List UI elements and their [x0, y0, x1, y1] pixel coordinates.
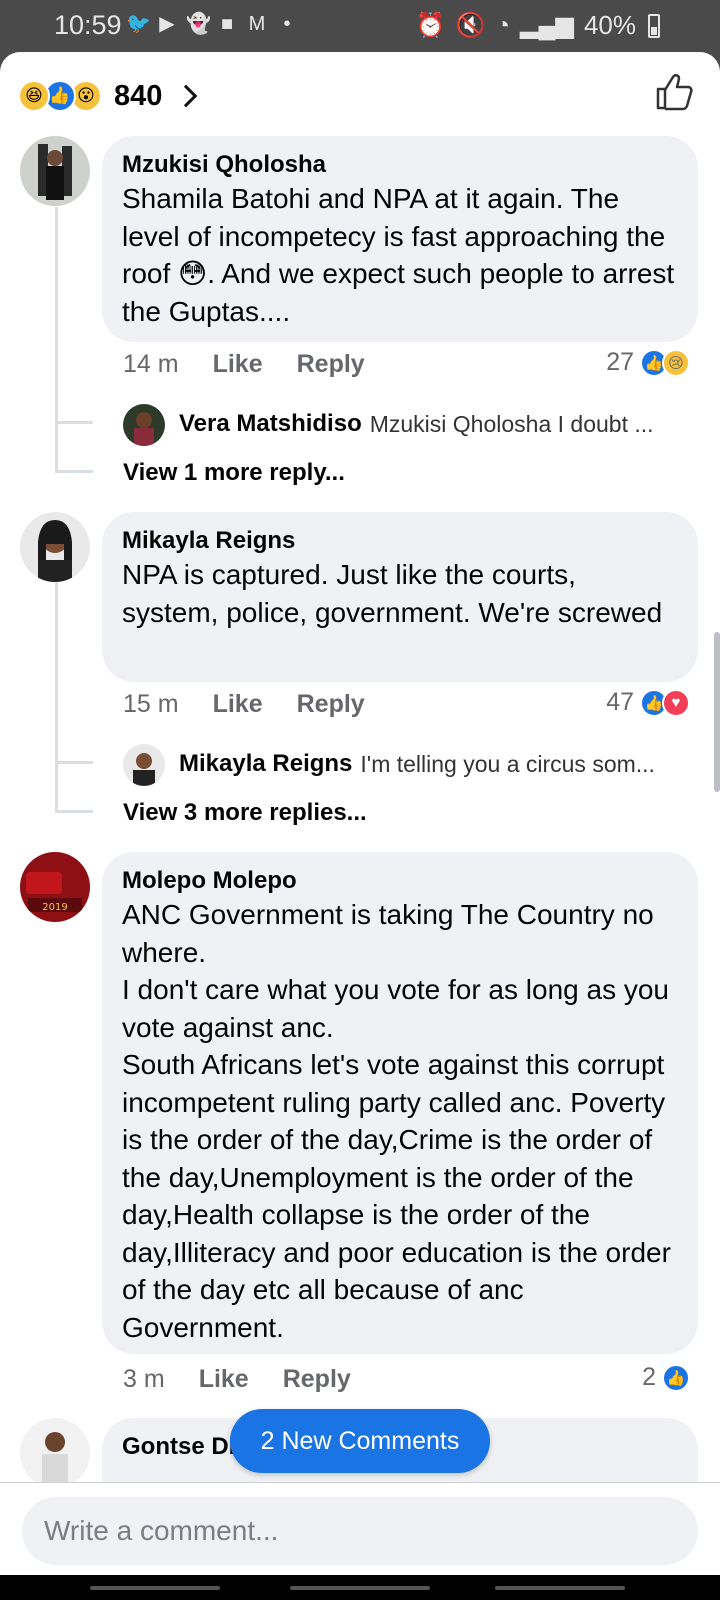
comment-reaction-count: 27: [606, 348, 634, 376]
comment-input[interactable]: [22, 1497, 698, 1565]
thread-line: [55, 582, 58, 812]
comment-reaction-count: 2: [642, 1363, 656, 1391]
comment-author[interactable]: Molepo Molepo: [122, 866, 678, 896]
thread-line: [55, 207, 58, 472]
avatar[interactable]: 2019: [20, 852, 90, 922]
reply-text: I'm telling you a circus som...: [360, 750, 655, 777]
view-more-replies-link[interactable]: View 1 more reply...: [123, 459, 345, 487]
avatar[interactable]: [20, 136, 90, 206]
sad-reaction-icon: 😢: [662, 348, 690, 377]
alarm-icon: ⏰: [415, 12, 446, 39]
messages-icon: ■: [220, 13, 234, 35]
comment-time: 15 m: [123, 690, 179, 718]
comment-bubble[interactable]: Molepo Molepo ANC Government is taking T…: [102, 852, 698, 1354]
status-time: 10:59: [54, 10, 122, 40]
reply-author[interactable]: Mikayla Reigns: [179, 750, 352, 778]
comment-actions: 3 m Like Reply: [123, 1365, 385, 1394]
new-comments-button[interactable]: 2 New Comments: [230, 1409, 490, 1473]
youtube-icon: ▶: [159, 13, 175, 35]
reply-button[interactable]: Reply: [297, 690, 365, 719]
dot-icon: •: [283, 13, 291, 35]
like-button[interactable]: Like: [199, 1365, 249, 1394]
haha-reaction-icon: 😆: [18, 80, 50, 112]
comment-time: 14 m: [123, 350, 179, 378]
scrollbar-thumb[interactable]: [714, 632, 720, 792]
comment-bubble[interactable]: Mikayla Reigns NPA is captured. Just lik…: [102, 512, 698, 682]
comment-time: 3 m: [123, 1365, 165, 1393]
comment-reaction-count: 47: [606, 688, 634, 716]
comments-sheet: 😆 👍 😮 840 Mzukisi Qholosha Shamila Batoh…: [0, 52, 720, 1575]
comment-author[interactable]: Mikayla Reigns: [122, 526, 678, 556]
reply-text: Mzukisi Qholosha I doubt ...: [369, 410, 654, 437]
mute-icon: 🔇: [455, 12, 486, 39]
comment-text: NPA is captured. Just like the courts, s…: [122, 559, 663, 628]
signal-icon: ▂▄▆: [520, 12, 574, 39]
thread-hook: [55, 421, 93, 424]
comment-reactions[interactable]: 27 👍 😢: [606, 348, 690, 377]
comment-reactions[interactable]: 47 👍 ♥: [606, 688, 690, 717]
comment-text: Shamila Batohi and NPA at it again. The …: [122, 183, 675, 327]
nav-home-handle[interactable]: [290, 1586, 430, 1590]
comment-author[interactable]: Mzukisi Qholosha: [122, 150, 678, 180]
reply-author[interactable]: Vera Matshidiso: [179, 410, 362, 438]
comment-bubble[interactable]: Mzukisi Qholosha Shamila Batohi and NPA …: [102, 136, 698, 342]
comment-actions: 15 m Like Reply: [123, 690, 399, 719]
status-app-icons: 🐦 ▶ 👻 ■ M •: [126, 13, 298, 35]
battery-icon: [648, 13, 660, 38]
reply-button[interactable]: Reply: [283, 1365, 351, 1394]
comment-text: ANC Government is taking The Country no …: [122, 899, 671, 1343]
like-reaction-icon: 👍: [662, 1363, 690, 1392]
view-more-replies-link[interactable]: View 3 more replies...: [123, 799, 367, 827]
snapchat-icon: 👻: [186, 13, 211, 35]
like-button[interactable]: Like: [213, 350, 263, 379]
reply-preview[interactable]: Vera Matshidiso Mzukisi Qholosha I doubt…: [123, 410, 693, 438]
chevron-right-icon: [175, 84, 198, 108]
thread-hook: [55, 810, 93, 813]
comment-actions: 14 m Like Reply: [123, 350, 399, 379]
system-nav-bar: [0, 1575, 720, 1600]
nav-back-handle[interactable]: [90, 1586, 220, 1590]
wifi-icon: ◔: [495, 11, 511, 39]
thread-hook: [55, 470, 93, 473]
avatar[interactable]: [20, 512, 90, 582]
reply-button[interactable]: Reply: [297, 350, 365, 379]
reaction-count: 840: [114, 79, 163, 112]
status-bar: 10:59 🐦 ▶ 👻 ■ M • ⏰ 🔇 ◔ ▂▄▆ 40%: [0, 0, 720, 52]
reactions-summary[interactable]: 😆 👍 😮 840: [18, 74, 198, 118]
comment-reactions[interactable]: 2 👍: [642, 1363, 690, 1392]
status-right: ⏰ 🔇 ◔ ▂▄▆ 40%: [416, 10, 660, 41]
battery-percent: 40%: [583, 10, 636, 40]
comment-composer: [0, 1482, 720, 1575]
avatar[interactable]: [20, 1418, 90, 1488]
like-outline-icon[interactable]: [654, 72, 694, 112]
reply-preview[interactable]: Mikayla Reigns I'm telling you a circus …: [123, 750, 693, 778]
nav-recents-handle[interactable]: [495, 1586, 625, 1590]
love-reaction-icon: ♥: [662, 688, 690, 717]
thread-hook: [55, 761, 93, 764]
svg-text:2019: 2019: [42, 902, 67, 913]
like-button[interactable]: Like: [213, 690, 263, 719]
twitter-icon: 🐦: [126, 13, 151, 35]
gmail-icon: M: [248, 13, 266, 35]
